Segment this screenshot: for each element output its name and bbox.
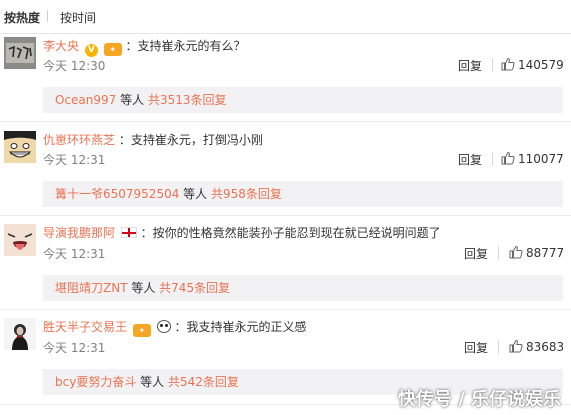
watermark-text: 快传号 / 乐仔说娱乐: [397, 389, 561, 410]
comment-line: 胜天半子交易王 ✦ ：我支持崔永元的正义感: [43, 318, 307, 337]
reply-connector: 等人: [127, 281, 160, 295]
reply-button[interactable]: 回复: [464, 339, 488, 356]
comment-text: ：按你的性格竟然能装孙子能忍到现在就已经说明问题了: [140, 226, 441, 240]
comment-time: 今天 12:31: [43, 247, 106, 261]
avatar[interactable]: [4, 131, 36, 163]
reply-count-link[interactable]: 共745条回复: [159, 281, 230, 295]
tab-sort-by-hot[interactable]: 按热度: [4, 9, 40, 26]
reply-user[interactable]: 篝十一爷6507952504: [55, 187, 179, 201]
tab-divider: [47, 10, 48, 22]
avatar-image-portrait: [4, 318, 36, 350]
comment-time: 今天 12:31: [43, 153, 106, 167]
avatar-image-cartoon-face: [4, 131, 36, 163]
reply-button[interactable]: 回复: [464, 245, 488, 262]
reply-button[interactable]: 回复: [458, 57, 482, 74]
action-divider: [498, 246, 499, 260]
reply-user[interactable]: Ocean997: [55, 93, 116, 107]
comment-time: 今天 12:30: [43, 59, 106, 73]
reply-user[interactable]: 堪阻靖刀ZNT: [55, 281, 128, 295]
reply-button[interactable]: 回复: [458, 151, 482, 168]
like-button[interactable]: 140579: [501, 57, 564, 72]
like-count: 83683: [526, 340, 565, 354]
flag-icon: [120, 227, 137, 238]
avatar[interactable]: [4, 224, 36, 256]
like-count: 140579: [518, 58, 564, 72]
action-divider: [492, 58, 493, 72]
replies-summary[interactable]: 堪阻靖刀ZNT 等人 共745条回复: [43, 275, 563, 301]
v-badge-icon: V: [84, 44, 98, 57]
comment-divider: [0, 309, 571, 310]
comment-time: 今天 12:31: [43, 341, 106, 355]
reply-count-link[interactable]: 共542条回复: [168, 375, 239, 389]
reply-connector: 等人: [116, 93, 148, 107]
tab-sort-by-time[interactable]: 按时间: [60, 9, 96, 26]
reply-count-link[interactable]: 共3513条回复: [148, 93, 227, 107]
comment-divider: [0, 121, 571, 122]
like-button[interactable]: 88777: [509, 245, 564, 260]
thumbs-up-icon: [501, 57, 515, 71]
comment-divider: [0, 215, 571, 216]
replies-summary[interactable]: 篝十一爷6507952504 等人 共958条回复: [43, 181, 563, 207]
reply-user[interactable]: bcy要努力奋斗: [55, 375, 136, 389]
avatar[interactable]: [4, 37, 36, 69]
username[interactable]: 李大央: [43, 39, 79, 53]
avatar[interactable]: [4, 318, 36, 350]
username[interactable]: 仇崽环环燕芝: [43, 133, 115, 147]
comment-line: 李大央 V ✦ ：支持崔永元的有么？: [43, 37, 246, 57]
comment-line: 导演我鹏那阿 ：按你的性格竟然能装孙子能忍到现在就已经说明问题了: [43, 224, 441, 241]
like-button[interactable]: 110077: [501, 151, 564, 166]
vip-badge-icon: ✦: [132, 324, 151, 337]
action-divider: [498, 340, 499, 354]
like-button[interactable]: 83683: [509, 339, 564, 354]
reply-connector: 等人: [179, 187, 211, 201]
like-count: 88777: [526, 246, 565, 260]
thumbs-up-icon: [509, 245, 523, 259]
comment-text: ：我支持崔永元的正义感: [174, 320, 307, 334]
username[interactable]: 胜天半子交易王: [43, 320, 127, 334]
thumbs-up-icon: [501, 151, 515, 165]
thumbs-up-icon: [509, 339, 523, 353]
comment-text: ：支持崔永元的有么？: [125, 39, 246, 53]
avatar-image-tongue-face: [4, 224, 36, 256]
comment-line: 仇崽环环燕芝 ：支持崔永元，打倒冯小刚: [43, 131, 263, 148]
comment-text: ：支持崔永元，打倒冯小刚: [118, 133, 263, 147]
reply-count-link[interactable]: 共958条回复: [211, 187, 282, 201]
sort-tabs: 按热度 按时间: [0, 0, 571, 34]
vip-badge-icon: ✦: [103, 43, 122, 56]
like-count: 110077: [518, 152, 564, 166]
avatar-image-calligraphy: [4, 37, 36, 69]
panda-icon: [156, 320, 171, 333]
action-divider: [492, 152, 493, 166]
reply-connector: 等人: [136, 375, 168, 389]
username[interactable]: 导演我鹏那阿: [43, 226, 115, 240]
replies-summary[interactable]: Ocean997 等人 共3513条回复: [43, 87, 563, 113]
